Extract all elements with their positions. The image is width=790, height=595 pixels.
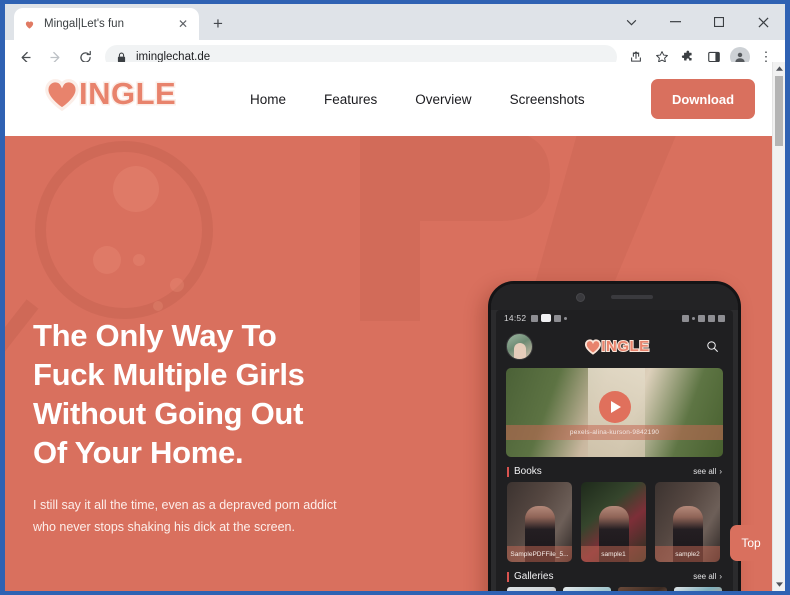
wifi-icon: [698, 314, 705, 322]
nav-item-screenshots[interactable]: Screenshots: [510, 92, 585, 107]
headline-line: Without Going Out: [33, 396, 304, 431]
gallery-item[interactable]: [618, 587, 667, 591]
app-header: INGLE: [496, 326, 733, 366]
gallery-item[interactable]: [673, 587, 722, 591]
watermark-magnifier-icon: [35, 141, 213, 319]
chevron-down-icon[interactable]: [609, 5, 653, 39]
maximize-icon[interactable]: [697, 5, 741, 39]
nav-item-features[interactable]: Features: [324, 92, 377, 107]
scroll-down-icon[interactable]: [773, 578, 785, 591]
signal-icon: [708, 314, 715, 322]
section-accent-bar: [507, 571, 509, 582]
mingle-favicon: [22, 17, 36, 31]
minimize-icon[interactable]: [653, 5, 697, 39]
hero-subtext: I still say it all the time, even as a d…: [33, 498, 337, 534]
video-card[interactable]: pexels-alina-kurson-9842190: [506, 368, 723, 457]
watermark-dot: [113, 166, 159, 212]
notification-icon: [531, 314, 539, 322]
scrollbar-thumb[interactable]: [775, 76, 783, 146]
app-logo-text: INGLE: [600, 337, 650, 356]
watermark-dot: [133, 254, 145, 266]
phone-mockup: 14:52 INGLE pexels-alina-kurson-9842190 …: [488, 281, 741, 591]
web-page: INGLE Home Features Overview Screenshots…: [5, 62, 772, 591]
phone-bezel: [491, 284, 738, 310]
logo-text: INGLE: [77, 75, 177, 113]
notification-icon: [541, 314, 552, 322]
headline-line: Fuck Multiple Girls: [33, 357, 305, 392]
scroll-up-icon[interactable]: [773, 62, 785, 75]
watermark-letters: [350, 136, 678, 421]
location-icon: [692, 316, 695, 320]
browser-window: Mingal|Let's fun ✕ + iminglechat.de ⋮ IN…: [0, 0, 790, 595]
browser-tab[interactable]: Mingal|Let's fun ✕: [14, 8, 199, 40]
speaker-grille: [611, 295, 653, 299]
gallery-item[interactable]: [562, 587, 611, 591]
headline-line: Of Your Home.: [33, 435, 244, 470]
headline-line: The Only Way To: [33, 318, 277, 353]
site-nav: Home Features Overview Screenshots: [250, 62, 585, 136]
nav-item-overview[interactable]: Overview: [415, 92, 471, 107]
watermark-dot: [153, 301, 163, 311]
book-item[interactable]: sample2: [655, 482, 720, 562]
app-logo: INGLE: [533, 337, 701, 356]
page-viewport: INGLE Home Features Overview Screenshots…: [5, 62, 785, 591]
status-notification-icons: [531, 314, 568, 322]
see-all-label: see all: [693, 467, 717, 476]
close-icon[interactable]: [741, 5, 785, 39]
section-header-books: Books see all ›: [496, 457, 733, 482]
book-label: SamplePDFFile_5...: [507, 546, 572, 562]
message-icon: [554, 314, 562, 322]
search-icon[interactable]: [701, 335, 723, 357]
chevron-right-icon: ›: [719, 572, 722, 581]
book-label: sample2: [655, 546, 720, 562]
book-item[interactable]: sample1: [581, 482, 646, 562]
status-bar: 14:52: [496, 310, 733, 326]
scroll-to-top-button[interactable]: Top: [730, 525, 772, 561]
play-icon[interactable]: [598, 391, 631, 424]
hero-section: The Only Way To Fuck Multiple Girls With…: [5, 136, 772, 591]
tab-close-icon[interactable]: ✕: [175, 16, 191, 32]
see-all-books-link[interactable]: see all ›: [693, 467, 722, 476]
books-row: SamplePDFFile_5... sample1 sample2: [496, 482, 733, 562]
video-caption: pexels-alina-kurson-9842190: [506, 425, 723, 440]
book-item[interactable]: SamplePDFFile_5...: [507, 482, 572, 562]
heart-m-icon: [584, 338, 602, 355]
section-accent-bar: [507, 466, 509, 477]
watermark-dot: [170, 278, 184, 292]
status-system-icons: [682, 314, 725, 322]
page-scrollbar[interactable]: [772, 62, 785, 591]
camera-icon: [576, 292, 585, 302]
site-logo[interactable]: INGLE: [43, 75, 177, 113]
window-controls: [609, 4, 785, 40]
download-button[interactable]: Download: [651, 79, 755, 119]
book-label: sample1: [581, 546, 646, 562]
new-tab-button[interactable]: +: [207, 13, 229, 35]
hero-text-block: The Only Way To Fuck Multiple Girls With…: [33, 316, 363, 538]
notification-dot-icon: [564, 316, 568, 320]
galleries-row: [496, 587, 733, 591]
phone-screen: 14:52 INGLE pexels-alina-kurson-9842190 …: [496, 310, 733, 591]
nav-item-home[interactable]: Home: [250, 92, 286, 107]
see-all-label: see all: [693, 572, 717, 581]
chevron-right-icon: ›: [719, 467, 722, 476]
tab-title: Mingal|Let's fun: [44, 18, 124, 30]
section-header-galleries: Galleries see all ›: [496, 562, 733, 587]
user-avatar[interactable]: [506, 332, 533, 360]
watermark-dot: [93, 246, 121, 274]
site-header: INGLE Home Features Overview Screenshots…: [5, 62, 772, 136]
status-time: 14:52: [504, 313, 527, 323]
see-all-galleries-link[interactable]: see all ›: [693, 572, 722, 581]
volume-icon: [682, 314, 689, 322]
section-title: Galleries: [514, 571, 554, 582]
section-title: Books: [514, 466, 542, 477]
tab-strip: Mingal|Let's fun ✕ +: [5, 4, 785, 40]
heart-m-icon: [43, 76, 81, 112]
hero-headline: The Only Way To Fuck Multiple Girls With…: [33, 316, 363, 472]
battery-icon: [718, 314, 725, 322]
gallery-item[interactable]: [507, 587, 556, 591]
